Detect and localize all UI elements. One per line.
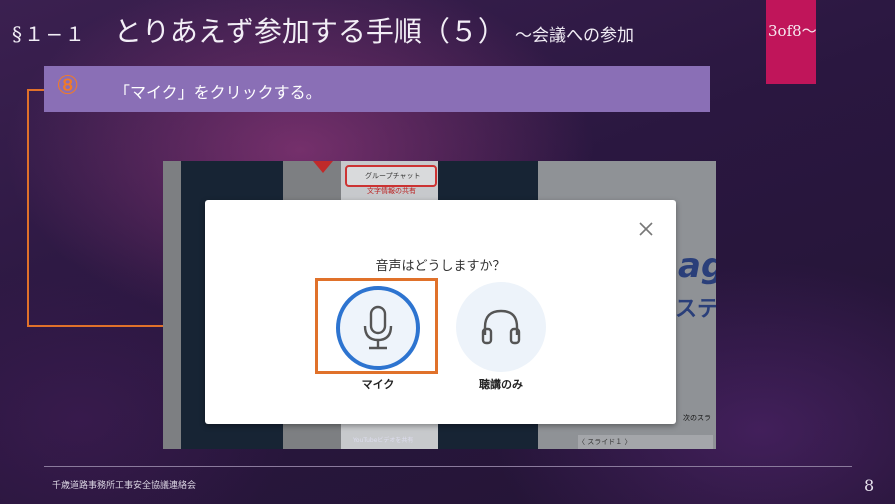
page-tag-bar	[766, 0, 816, 84]
background-text-ag: ag	[678, 246, 716, 286]
headphones-icon	[481, 309, 521, 345]
background-text-su: ステ	[675, 297, 716, 322]
close-icon	[639, 222, 653, 236]
microphone-label: マイク	[361, 378, 395, 391]
step-instruction: 「マイク」をクリックする。	[114, 83, 322, 102]
close-button[interactable]	[635, 218, 657, 240]
section-number: §１−１	[12, 22, 87, 46]
audio-dialog: 音声はどうしますか？ マイク 聴講のみ	[205, 200, 676, 424]
slide-nav-bar: 〈 スライド１ 〉	[578, 435, 713, 449]
title-subtitle: 〜会議への参加	[514, 26, 634, 46]
group-chat-chip: グループチャット	[345, 165, 437, 187]
connector-line-vertical	[27, 89, 29, 326]
red-pointer-icon	[313, 161, 333, 173]
listen-only-button[interactable]	[456, 282, 546, 372]
page-tag-text: 3of8〜	[768, 22, 817, 40]
step-banner: ⑧ 「マイク」をクリックする。	[44, 66, 710, 112]
audio-question: 音声はどうしますか？	[375, 259, 506, 274]
connector-line-top	[27, 89, 44, 91]
text-share-label: 文字情報の共有	[367, 187, 416, 195]
page-number: 8	[864, 476, 875, 495]
slide-title: §１−１ とりあえず参加する手順（５） 〜会議への参加	[12, 10, 634, 50]
step-number: ⑧	[56, 71, 80, 101]
title-main: とりあえず参加する手順（５）	[113, 15, 506, 48]
next-slide-label: 次のスラ	[683, 414, 711, 422]
youtube-share-label: YouTubeビデオを共有	[353, 437, 414, 444]
footer-organization: 千歳道路事務所工事安全協議連絡会	[52, 481, 197, 491]
mic-highlight-box	[315, 278, 438, 374]
listen-only-label: 聴講のみ	[479, 378, 523, 391]
footer-divider	[44, 466, 852, 467]
